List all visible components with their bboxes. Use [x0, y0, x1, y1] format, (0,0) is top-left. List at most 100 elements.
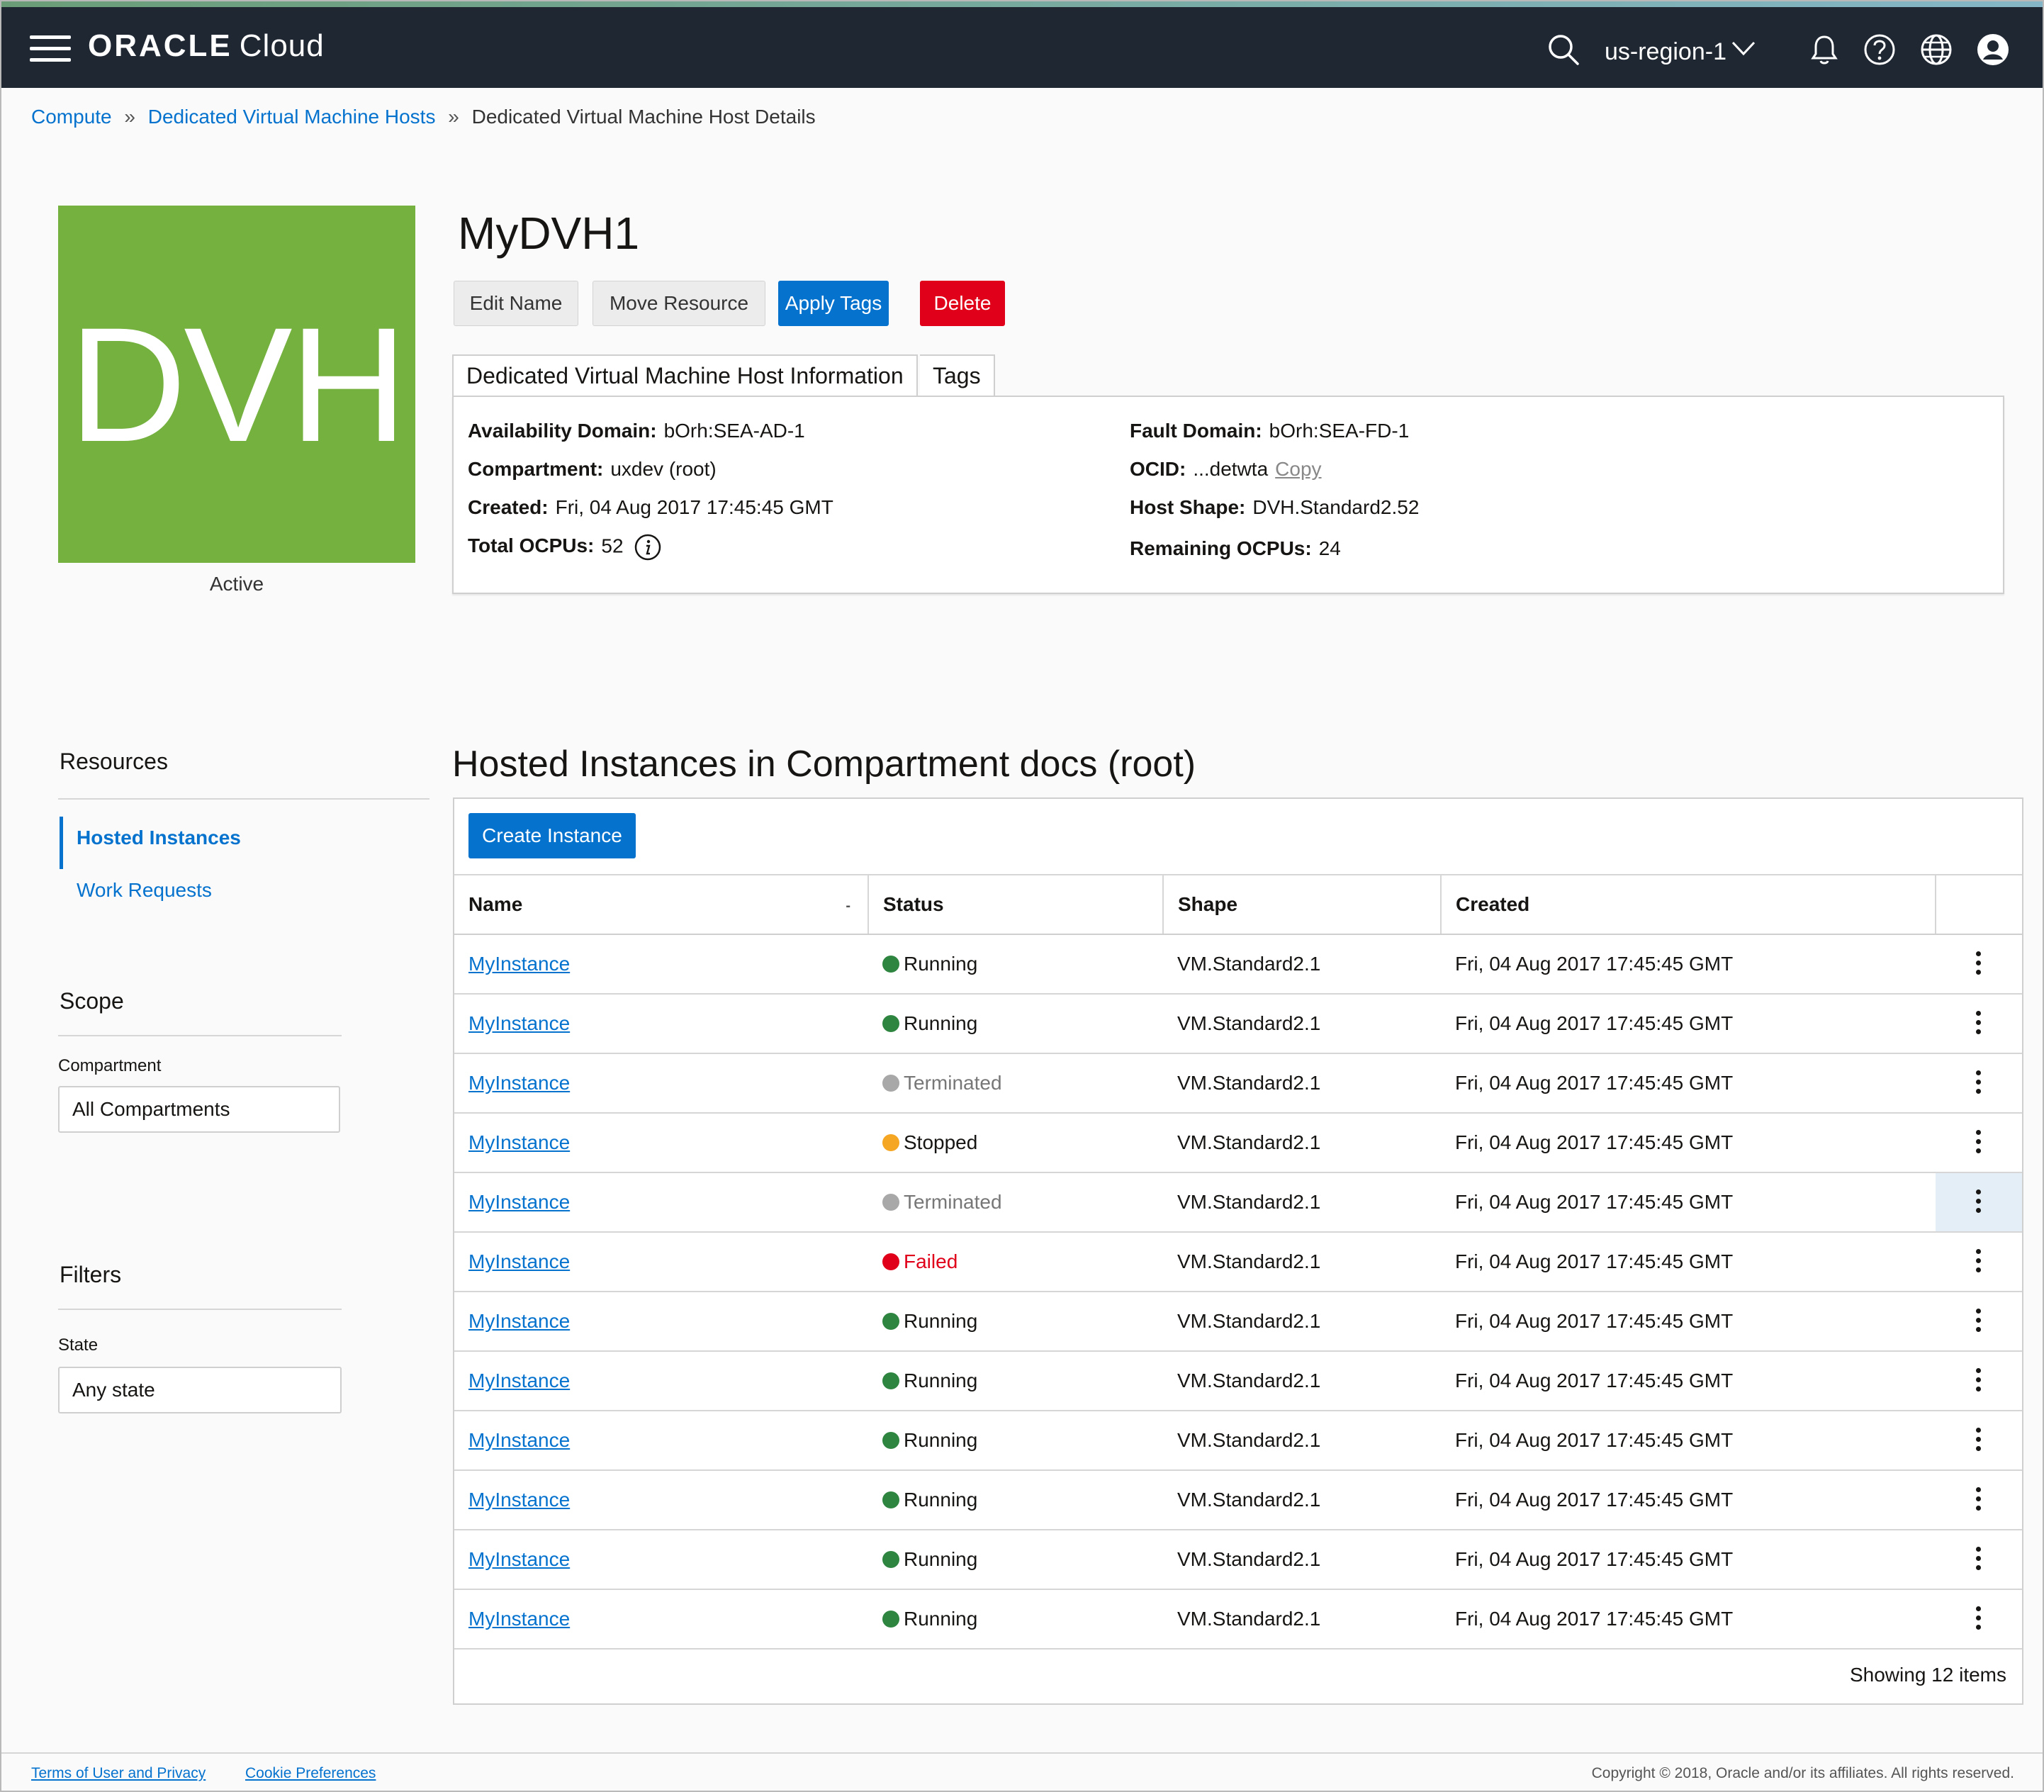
instance-status-cell: Terminated	[868, 1172, 1163, 1233]
tab-tags[interactable]: Tags	[920, 354, 995, 397]
instance-name-link[interactable]: MyInstance	[468, 1131, 570, 1153]
instance-name-cell: MyInstance	[454, 1053, 868, 1114]
more-actions-icon[interactable]	[1976, 1130, 1982, 1155]
compartment: Compartment: uxdev (root)	[468, 458, 717, 481]
instance-status: Running	[904, 1310, 978, 1332]
cookie-preferences-link[interactable]: Cookie Preferences	[245, 1765, 376, 1782]
page: ORACLE Cloud us-region-1 Compute » Dedic…	[0, 0, 2044, 1792]
table-row: MyInstance Running VM.Standard2.1 Fri, 04 A…	[454, 1589, 2022, 1650]
instance-name-link[interactable]: MyInstance	[468, 1608, 570, 1630]
filters-divider	[58, 1309, 342, 1310]
create-instance-button[interactable]: Create Instance	[468, 813, 636, 858]
compartment-select[interactable]: All Compartments	[58, 1086, 340, 1133]
status-dot-icon	[882, 1372, 899, 1389]
chevron-down-icon[interactable]	[1731, 38, 1756, 60]
instance-name-link[interactable]: MyInstance	[468, 1548, 570, 1570]
row-actions-cell	[1936, 1411, 2022, 1471]
more-actions-icon[interactable]	[1976, 1428, 1982, 1453]
instance-name-link[interactable]: MyInstance	[468, 1310, 570, 1332]
row-actions-cell	[1936, 1232, 2022, 1292]
edit-name-button[interactable]: Edit Name	[454, 281, 578, 326]
instance-status-cell: Stopped	[868, 1113, 1163, 1173]
instance-created: Fri, 04 Aug 2017 17:45:45 GMT	[1441, 1053, 1936, 1114]
sidebar-item-hosted-instances[interactable]: Hosted Instances	[77, 827, 241, 849]
resources-heading: Resources	[60, 749, 168, 774]
more-actions-icon[interactable]	[1976, 1011, 1982, 1036]
table-row: MyInstance Running VM.Standard2.1 Fri, 04 A…	[454, 934, 2022, 995]
search-icon[interactable]	[1546, 33, 1580, 67]
move-resource-button[interactable]: Move Resource	[593, 281, 765, 326]
more-actions-icon[interactable]	[1976, 1487, 1982, 1513]
tab-host-information[interactable]: Dedicated Virtual Machine Host Informati…	[452, 354, 918, 397]
more-actions-icon[interactable]	[1976, 1249, 1982, 1275]
copy-ocid-link[interactable]: Copy	[1275, 458, 1321, 480]
instance-name-link[interactable]: MyInstance	[468, 1429, 570, 1451]
column-header-created[interactable]: Created	[1440, 874, 1936, 935]
bell-icon[interactable]	[1807, 33, 1841, 67]
instance-shape: VM.Standard2.1	[1163, 1411, 1441, 1471]
instance-status-cell: Running	[868, 1530, 1163, 1590]
table-row: MyInstance Stopped VM.Standard2.1 Fri, 04 A…	[454, 1113, 2022, 1173]
table-row: MyInstance Terminated VM.Standard2.1 Fri, 0…	[454, 1172, 2022, 1233]
sidebar-item-work-requests[interactable]: Work Requests	[77, 879, 212, 902]
status-dot-icon	[882, 1551, 899, 1568]
instance-status-cell: Running	[868, 994, 1163, 1054]
apply-tags-button[interactable]: Apply Tags	[778, 281, 889, 326]
more-actions-icon[interactable]	[1976, 1189, 1982, 1215]
row-actions-cell	[1936, 934, 2022, 995]
table-row: MyInstance Running VM.Standard2.1 Fri, 04 A…	[454, 1470, 2022, 1530]
row-actions-cell	[1936, 1172, 2022, 1233]
more-actions-icon[interactable]	[1976, 951, 1982, 977]
region-selector[interactable]: us-region-1	[1605, 38, 1726, 66]
instances-list-panel: Create Instance Name - Status Shape Creat…	[453, 797, 2023, 1705]
item-count: Showing 12 items	[1849, 1664, 2006, 1686]
instance-name-cell: MyInstance	[454, 1172, 868, 1233]
instance-shape: VM.Standard2.1	[1163, 1530, 1441, 1590]
compartment-label: Compartment:	[468, 458, 604, 480]
help-icon[interactable]	[1863, 33, 1897, 67]
row-actions-cell	[1936, 1053, 2022, 1114]
row-actions-cell	[1936, 1292, 2022, 1352]
instance-name-cell: MyInstance	[454, 1530, 868, 1590]
instance-name-link[interactable]: MyInstance	[468, 1072, 570, 1094]
status-dot-icon	[882, 1194, 899, 1211]
instance-status: Stopped	[904, 1131, 978, 1153]
instance-name-link[interactable]: MyInstance	[468, 1250, 570, 1272]
more-actions-icon[interactable]	[1976, 1547, 1982, 1572]
delete-button[interactable]: Delete	[920, 281, 1005, 326]
column-header-status[interactable]: Status	[867, 874, 1163, 935]
instance-name-link[interactable]: MyInstance	[468, 1489, 570, 1511]
sort-indicator-icon[interactable]: -	[846, 898, 850, 914]
instance-created: Fri, 04 Aug 2017 17:45:45 GMT	[1441, 934, 1936, 995]
menu-icon[interactable]	[30, 35, 71, 62]
brand-logo[interactable]: ORACLE Cloud	[88, 28, 325, 64]
created-label: Created:	[468, 496, 549, 518]
more-actions-icon[interactable]	[1976, 1309, 1982, 1334]
globe-icon[interactable]	[1919, 33, 1953, 67]
state-select[interactable]: Any state	[58, 1367, 342, 1413]
instance-name-link[interactable]: MyInstance	[468, 1012, 570, 1034]
instance-shape: VM.Standard2.1	[1163, 1292, 1441, 1352]
instance-name-cell: MyInstance	[454, 1589, 868, 1650]
instance-status: Terminated	[904, 1191, 1002, 1213]
more-actions-icon[interactable]	[1976, 1368, 1982, 1394]
column-header-name[interactable]: Name -	[454, 874, 868, 935]
info-icon[interactable]	[634, 533, 662, 561]
instance-name-link[interactable]: MyInstance	[468, 1370, 570, 1391]
row-actions-cell	[1936, 1589, 2022, 1650]
breadcrumb-compute[interactable]: Compute	[31, 106, 112, 128]
more-actions-icon[interactable]	[1976, 1606, 1982, 1632]
info-panel: Availability Domain: bOrh:SEA-AD-1 Compar…	[452, 396, 2004, 594]
instance-name-link[interactable]: MyInstance	[468, 1191, 570, 1213]
instance-name-link[interactable]: MyInstance	[468, 953, 570, 975]
row-actions-cell	[1936, 1530, 2022, 1590]
user-icon[interactable]	[1976, 33, 2010, 67]
more-actions-icon[interactable]	[1976, 1070, 1982, 1096]
fault-domain-label: Fault Domain:	[1130, 420, 1262, 442]
instance-shape: VM.Standard2.1	[1163, 1172, 1441, 1233]
column-header-shape[interactable]: Shape	[1162, 874, 1441, 935]
instance-created: Fri, 04 Aug 2017 17:45:45 GMT	[1441, 1113, 1936, 1173]
breadcrumb-dedicated-hosts[interactable]: Dedicated Virtual Machine Hosts	[148, 106, 436, 128]
terms-link[interactable]: Terms of User and Privacy	[31, 1765, 206, 1782]
instance-created: Fri, 04 Aug 2017 17:45:45 GMT	[1441, 1351, 1936, 1411]
